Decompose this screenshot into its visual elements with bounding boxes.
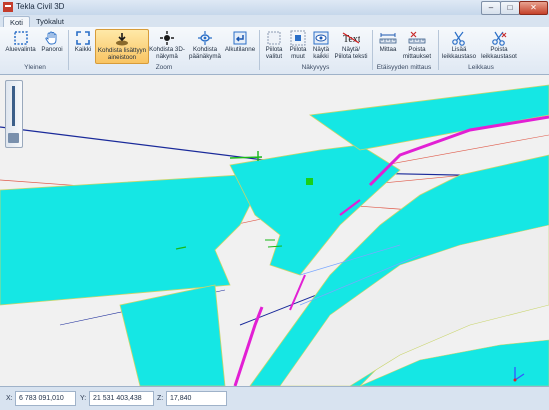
maximize-button[interactable]: □ <box>500 1 520 15</box>
zoom-handle[interactable] <box>8 133 19 143</box>
3d-viewport[interactable] <box>0 75 549 386</box>
text-glyph: Text <box>343 34 360 45</box>
nayta-kaikki-button[interactable]: Näytä kaikki <box>310 29 332 62</box>
poista-leikkaustasot-button[interactable]: Poista leikkaustasot <box>478 29 520 62</box>
area-select-icon <box>13 31 28 45</box>
group-label-nakyvyys: Näkyvyys <box>301 64 330 71</box>
panoroi-button[interactable]: Panoroi <box>38 29 66 62</box>
kohdista-lisattyyn-button[interactable]: Kohdista lisättyyn aineistoon <box>95 29 149 64</box>
group-label-yleinen: Yleinen <box>24 64 46 71</box>
model-scene <box>0 75 549 386</box>
lisaa-leikkaustaso-label: Lisää leikkaustaso <box>442 46 477 60</box>
piilota-muut-button[interactable]: Piilota muut <box>287 29 309 62</box>
tab-tyokalut[interactable]: Työkalut <box>30 16 70 27</box>
kohdista-3d-button[interactable]: Kohdista 3D-näkymä <box>148 29 186 62</box>
kaikki-label: Kaikki <box>74 46 92 53</box>
separator <box>259 30 260 70</box>
piilota-muut-label: Piilota muut <box>289 46 307 60</box>
z-coord-label: Z: <box>157 395 164 402</box>
kohdista-3d-label: Kohdista 3D-näkymä <box>149 46 185 60</box>
poista-mittaukset-label: Poista mittaukset <box>402 46 432 60</box>
kohdista-lisattyyn-label: Kohdista lisättyyn aineistoon <box>97 47 147 61</box>
alkutilanne-button[interactable]: Alkutilanne <box>224 29 256 62</box>
show-all-icon <box>313 31 329 45</box>
aluevalinta-label: Aluevalinta <box>5 46 36 53</box>
hand-pan-icon <box>45 31 57 45</box>
app-logo-icon <box>3 2 13 12</box>
y-coord-field: 21 531 403,438 <box>89 391 154 406</box>
measure-ruler-icon <box>379 33 397 44</box>
window-title: Tekla Civil 3D <box>16 2 65 11</box>
separator <box>68 30 69 70</box>
y-coord-label: Y: <box>80 395 87 402</box>
hide-others-icon <box>290 30 306 46</box>
poista-mittaukset-button[interactable]: Poista mittaukset <box>402 29 432 62</box>
separator <box>438 30 439 70</box>
toggle-text-icon: Text <box>342 32 360 45</box>
kaikki-button[interactable]: Kaikki <box>72 29 94 62</box>
ribbon-tab-bar: Koti Työkalut <box>0 15 549 28</box>
kohdista-paanakyma-label: Kohdista päänäkymä <box>189 46 221 60</box>
z-coord-field: 17,840 <box>166 391 227 406</box>
minimize-button[interactable]: – <box>481 1 501 15</box>
x-coord-field: 6 783 091,010 <box>15 391 76 406</box>
lisaa-leikkaustaso-button[interactable]: Lisää leikkaustaso <box>442 29 476 62</box>
poista-leikkaustasot-label: Poista leikkaustasot <box>481 46 517 60</box>
x-coord-label: X: <box>6 395 13 402</box>
focus-3d-view-icon <box>160 31 174 45</box>
reset-view-icon <box>233 31 247 45</box>
group-label-etaisyyden-mittaus: Etäisyyden mittaus <box>376 64 432 71</box>
app-window: Tekla Civil 3D – □ ✕ Koti Työkalut Aluev… <box>0 0 549 410</box>
zoom-extents-icon <box>76 31 90 45</box>
ribbon: Aluevalinta Panoroi Yleinen Kaikki Kohdi… <box>0 27 549 75</box>
nayta-kaikki-label: Näytä kaikki <box>312 46 330 60</box>
mittaa-button[interactable]: Mittaa <box>376 29 400 62</box>
panoroi-label: Panoroi <box>41 46 63 53</box>
piilota-valitut-label: Piilota valitut <box>265 46 283 60</box>
alkutilanne-label: Alkutilanne <box>224 46 256 53</box>
aluevalinta-button[interactable]: Aluevalinta <box>4 29 37 62</box>
zoom-to-added-icon <box>116 33 128 46</box>
scissors-delete-icon <box>492 31 507 46</box>
kohdista-paanakyma-button[interactable]: Kohdista päänäkymä <box>187 29 223 62</box>
mittaa-label: Mittaa <box>379 46 397 53</box>
group-label-leikkaus: Leikkaus <box>468 64 494 71</box>
zoom-slider[interactable] <box>5 80 23 148</box>
scissors-add-icon <box>452 31 465 46</box>
group-label-zoom: Zoom <box>155 64 173 71</box>
nayta-piilota-teksti-button[interactable]: Text Näytä/ Piilota teksti <box>333 29 369 62</box>
nayta-piilota-teksti-label: Näytä/ Piilota teksti <box>334 46 368 60</box>
status-bar: X: 6 783 091,010 Y: 21 531 403,438 Z: 17… <box>0 386 549 410</box>
piilota-valitut-button[interactable]: Piilota valitut <box>262 29 286 62</box>
close-button[interactable]: ✕ <box>519 1 548 15</box>
zoom-track[interactable] <box>12 86 15 126</box>
focus-main-view-icon <box>198 31 212 45</box>
delete-measures-icon <box>408 31 426 44</box>
hide-selected-icon <box>267 31 281 45</box>
title-bar: Tekla Civil 3D – □ ✕ <box>0 0 549 16</box>
